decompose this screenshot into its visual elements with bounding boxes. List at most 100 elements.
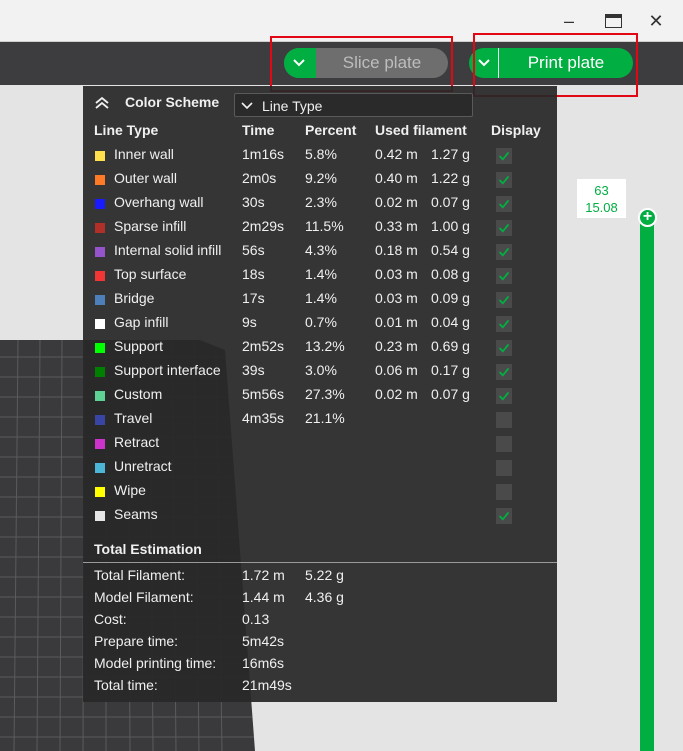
total-label: Model printing time: bbox=[94, 655, 217, 671]
line-type-name: Wipe bbox=[114, 482, 146, 498]
minimize-icon: – bbox=[563, 11, 574, 31]
display-checkbox[interactable] bbox=[496, 220, 512, 236]
time-value: 5m56s bbox=[242, 386, 285, 402]
filament-length: 0.18 m bbox=[375, 242, 418, 258]
percent-value: 9.2% bbox=[305, 170, 337, 186]
legend-panel: Color Scheme Line Type Line Type Time Pe… bbox=[83, 86, 557, 702]
layer-slider-handle[interactable]: + bbox=[638, 208, 657, 227]
total-label: Cost: bbox=[94, 611, 127, 627]
display-checkbox[interactable] bbox=[496, 244, 512, 260]
time-value: 2m0s bbox=[242, 170, 277, 186]
color-swatch bbox=[95, 367, 105, 377]
color-swatch bbox=[95, 511, 105, 521]
check-icon bbox=[498, 391, 510, 401]
display-checkbox[interactable] bbox=[496, 292, 512, 308]
legend-header: Color Scheme Line Type bbox=[83, 86, 557, 120]
check-icon bbox=[498, 223, 510, 233]
filament-weight: 0.69 g bbox=[431, 338, 470, 354]
color-scheme-value: Line Type bbox=[262, 98, 323, 114]
display-checkbox[interactable] bbox=[496, 484, 512, 500]
percent-value: 5.8% bbox=[305, 146, 337, 162]
filament-weight: 0.17 g bbox=[431, 362, 470, 378]
total-value: 5m42s bbox=[242, 633, 285, 649]
time-value: 18s bbox=[242, 266, 265, 282]
line-type-name: Seams bbox=[114, 506, 158, 522]
time-value: 1m16s bbox=[242, 146, 285, 162]
check-icon bbox=[498, 199, 510, 209]
layer-height: 15.08 bbox=[585, 200, 618, 215]
display-checkbox[interactable] bbox=[496, 412, 512, 428]
total-label: Model Filament: bbox=[94, 589, 194, 605]
color-swatch bbox=[95, 151, 105, 161]
total-value: 1.72 m bbox=[242, 567, 285, 583]
filament-length: 0.03 m bbox=[375, 266, 418, 282]
color-swatch bbox=[95, 463, 105, 473]
line-type-name: Gap infill bbox=[114, 314, 169, 330]
total-label: Total time: bbox=[94, 677, 158, 693]
check-icon bbox=[498, 511, 510, 521]
minimize-button[interactable]: – bbox=[556, 8, 582, 34]
close-button[interactable]: ✕ bbox=[643, 8, 669, 34]
collapse-chevron-up-icon[interactable] bbox=[94, 95, 110, 111]
filament-weight: 0.04 g bbox=[431, 314, 470, 330]
filament-weight: 1.22 g bbox=[431, 170, 470, 186]
layer-readout: 63 15.08 bbox=[577, 179, 626, 218]
percent-value: 2.3% bbox=[305, 194, 337, 210]
line-type-name: Retract bbox=[114, 434, 160, 450]
column-header-display: Display bbox=[491, 122, 541, 138]
color-scheme-select[interactable]: Line Type bbox=[234, 93, 473, 117]
display-checkbox[interactable] bbox=[496, 340, 512, 356]
color-swatch bbox=[95, 175, 105, 185]
display-checkbox[interactable] bbox=[496, 460, 512, 476]
check-icon bbox=[498, 367, 510, 377]
time-value: 2m29s bbox=[242, 218, 285, 234]
total-value: 1.44 m bbox=[242, 589, 285, 605]
time-value: 4m35s bbox=[242, 410, 285, 426]
line-type-name: Travel bbox=[114, 410, 153, 426]
layer-number: 63 bbox=[594, 183, 609, 198]
color-swatch bbox=[95, 319, 105, 329]
percent-value: 1.4% bbox=[305, 266, 337, 282]
line-type-name: Overhang wall bbox=[114, 194, 204, 210]
percent-value: 3.0% bbox=[305, 362, 337, 378]
check-icon bbox=[498, 295, 510, 305]
color-swatch bbox=[95, 343, 105, 353]
display-checkbox[interactable] bbox=[496, 172, 512, 188]
display-checkbox[interactable] bbox=[496, 148, 512, 164]
percent-value: 4.3% bbox=[305, 242, 337, 258]
filament-weight: 0.54 g bbox=[431, 242, 470, 258]
color-swatch bbox=[95, 223, 105, 233]
maximize-button[interactable] bbox=[600, 8, 626, 34]
layer-slider-track[interactable] bbox=[640, 218, 654, 751]
display-checkbox[interactable] bbox=[496, 364, 512, 380]
total-value-secondary: 4.36 g bbox=[305, 589, 344, 605]
filament-length: 0.03 m bbox=[375, 290, 418, 306]
plus-icon: + bbox=[642, 208, 653, 225]
total-label: Prepare time: bbox=[94, 633, 179, 649]
color-swatch bbox=[95, 439, 105, 449]
filament-weight: 0.07 g bbox=[431, 386, 470, 402]
color-scheme-title: Color Scheme bbox=[125, 94, 220, 110]
filament-length: 0.33 m bbox=[375, 218, 418, 234]
percent-value: 13.2% bbox=[305, 338, 345, 354]
filament-length: 0.42 m bbox=[375, 146, 418, 162]
filament-weight: 0.07 g bbox=[431, 194, 470, 210]
filament-weight: 0.09 g bbox=[431, 290, 470, 306]
filament-weight: 1.00 g bbox=[431, 218, 470, 234]
total-estimation-title: Total Estimation bbox=[94, 541, 202, 557]
filament-length: 0.02 m bbox=[375, 386, 418, 402]
line-type-name: Support interface bbox=[114, 362, 221, 378]
line-type-name: Top surface bbox=[114, 266, 187, 282]
display-checkbox[interactable] bbox=[496, 268, 512, 284]
display-checkbox[interactable] bbox=[496, 196, 512, 212]
display-checkbox[interactable] bbox=[496, 436, 512, 452]
display-checkbox[interactable] bbox=[496, 388, 512, 404]
display-checkbox[interactable] bbox=[496, 508, 512, 524]
line-type-name: Outer wall bbox=[114, 170, 178, 186]
time-value: 9s bbox=[242, 314, 257, 330]
chevron-down-icon bbox=[241, 102, 253, 110]
percent-value: 1.4% bbox=[305, 290, 337, 306]
display-checkbox[interactable] bbox=[496, 316, 512, 332]
color-swatch bbox=[95, 247, 105, 257]
color-swatch bbox=[95, 295, 105, 305]
